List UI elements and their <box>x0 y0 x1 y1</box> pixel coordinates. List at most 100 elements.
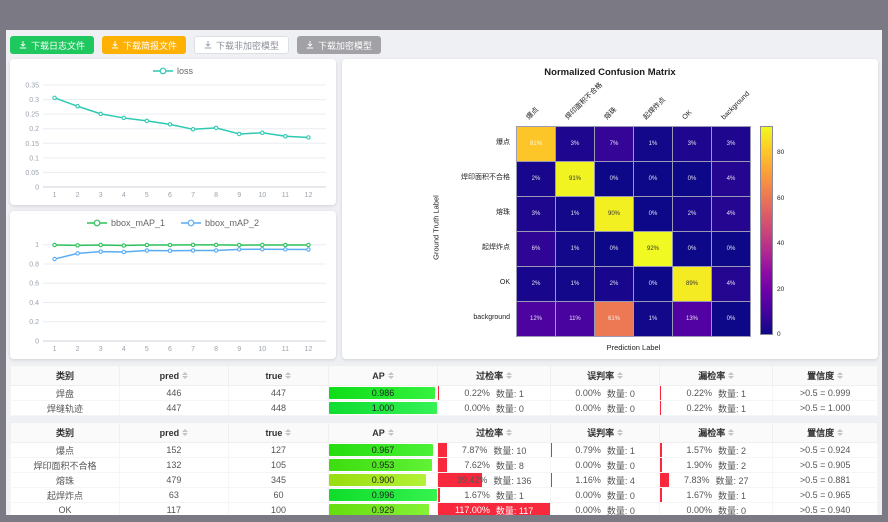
svg-text:0.2: 0.2 <box>29 319 39 326</box>
download-encrypted-model-button[interactable]: 下载加密模型 <box>297 36 381 54</box>
matrix-cell: 0% <box>595 162 633 196</box>
cell-pred: 152 <box>119 443 228 458</box>
confusion-matrix-xlabel: Prediction Label <box>516 343 751 352</box>
svg-text:10: 10 <box>258 346 266 353</box>
cell-confidence: >0.5 = 0.940 <box>773 503 878 516</box>
svg-text:0.25: 0.25 <box>25 112 39 119</box>
cell-miss-rate: 1.90%数量: 2 <box>660 458 773 473</box>
column-header-true[interactable]: true <box>228 423 328 443</box>
sort-icon[interactable] <box>617 372 623 379</box>
colorbar-tick: 20 <box>777 287 784 293</box>
matrix-cell: 0% <box>673 232 711 266</box>
matrix-cell: 0% <box>712 302 750 336</box>
map-chart-legend: bbox_mAP_1 bbox_mAP_2 <box>16 215 330 231</box>
cell-over-rate: 7.87%数量: 10 <box>438 443 551 458</box>
column-header-label: true <box>265 428 282 438</box>
sort-icon[interactable] <box>506 429 512 436</box>
table-row: 焊盘4464470.9860.22%数量: 10.00%数量: 00.22%数量… <box>11 386 878 401</box>
column-header-label: 过检率 <box>476 426 503 439</box>
legend-label: bbox_mAP_1 <box>111 218 165 228</box>
colorbar-tick: 0 <box>777 332 781 338</box>
sort-icon[interactable] <box>506 372 512 379</box>
cell-over-rate: 117.00%数量: 117 <box>438 503 551 516</box>
sort-icon[interactable] <box>388 372 394 379</box>
cell-true: 345 <box>228 473 328 488</box>
matrix-col-label: 焊印面积不合格 <box>564 82 604 122</box>
column-header-误判率[interactable]: 误判率 <box>551 366 660 386</box>
svg-text:3: 3 <box>99 192 103 199</box>
matrix-col-label: 起焊炸点 <box>642 97 667 122</box>
matrix-cell: 0% <box>595 232 633 266</box>
cell-misjudge-rate: 0.00%数量: 0 <box>551 458 660 473</box>
matrix-cell: 2% <box>673 197 711 231</box>
column-header-label: 类别 <box>56 426 74 439</box>
sort-icon[interactable] <box>285 372 291 379</box>
sort-icon[interactable] <box>285 429 291 436</box>
sort-icon[interactable] <box>837 372 843 379</box>
cell-ap: 0.996 <box>329 488 438 503</box>
svg-text:0.2: 0.2 <box>29 126 39 133</box>
sort-icon[interactable] <box>728 372 734 379</box>
rate-bar <box>438 458 447 472</box>
legend-item-bbox_mAP_2[interactable]: bbox_mAP_2 <box>181 218 259 228</box>
sort-icon[interactable] <box>617 429 623 436</box>
column-header-漏检率[interactable]: 漏检率 <box>660 423 773 443</box>
column-header-过检率[interactable]: 过检率 <box>438 423 551 443</box>
cell-misjudge-rate: 1.16%数量: 4 <box>551 473 660 488</box>
table-header-row: 类别 pred true AP 过检率 误判率漏检率置信度 <box>11 423 878 443</box>
column-header-label: 漏检率 <box>698 369 725 382</box>
download-report-button[interactable]: 下载简报文件 <box>102 36 186 54</box>
cell-ap: 0.986 <box>329 386 438 401</box>
download-plain-model-button[interactable]: 下载非加密模型 <box>194 36 289 54</box>
matrix-cell: 4% <box>712 162 750 196</box>
column-header-true[interactable]: true <box>228 366 328 386</box>
matrix-cell: 2% <box>595 267 633 301</box>
line-legend-icon <box>181 218 201 228</box>
column-header-误判率[interactable]: 误判率 <box>551 423 660 443</box>
matrix-cell: 3% <box>673 127 711 161</box>
column-header-pred[interactable]: pred <box>119 423 228 443</box>
column-header-过检率[interactable]: 过检率 <box>438 366 551 386</box>
matrix-col-label: OK <box>681 109 694 122</box>
matrix-col-label: 爆点 <box>525 106 541 122</box>
svg-text:0.1: 0.1 <box>29 155 39 162</box>
confusion-matrix-grid: 81%3%7%1%3%3%2%91%0%0%0%4%3%1%90%0%2%4%6… <box>516 126 751 337</box>
toolbar: 下载日志文件 下载简报文件 下载非加密模型 下载加密模型 <box>6 30 882 59</box>
svg-text:0.35: 0.35 <box>25 83 39 90</box>
matrix-cell: 2% <box>517 267 555 301</box>
button-label: 下载加密模型 <box>318 39 372 52</box>
cell-over-rate: 0.22%数量: 1 <box>438 386 551 401</box>
rate-bar <box>660 443 662 457</box>
svg-text:1: 1 <box>35 242 39 249</box>
sort-icon[interactable] <box>728 429 734 436</box>
cell-ap: 1.000 <box>329 401 438 416</box>
column-header-label: 误判率 <box>587 369 614 382</box>
rate-bar <box>438 488 440 502</box>
column-header-AP[interactable]: AP <box>329 366 438 386</box>
svg-text:2: 2 <box>76 346 80 353</box>
column-header-置信度[interactable]: 置信度 <box>773 423 878 443</box>
column-header-pred[interactable]: pred <box>119 366 228 386</box>
svg-text:5: 5 <box>145 192 149 199</box>
sort-icon[interactable] <box>388 429 394 436</box>
sort-icon[interactable] <box>182 372 188 379</box>
matrix-cell: 11% <box>556 302 594 336</box>
cell-category: 焊印面积不合格 <box>11 458 120 473</box>
column-header-AP[interactable]: AP <box>329 423 438 443</box>
sort-icon[interactable] <box>182 429 188 436</box>
matrix-cell: 1% <box>634 302 672 336</box>
cell-over-rate: 39.42%数量: 136 <box>438 473 551 488</box>
download-log-button[interactable]: 下载日志文件 <box>10 36 94 54</box>
matrix-row-label: OK <box>430 279 510 287</box>
matrix-row-label: 起焊炸点 <box>430 244 510 252</box>
sort-icon[interactable] <box>837 429 843 436</box>
legend-item-loss[interactable]: loss <box>153 66 193 76</box>
column-header-漏检率[interactable]: 漏检率 <box>660 366 773 386</box>
svg-text:8: 8 <box>214 346 218 353</box>
matrix-cell: 13% <box>673 302 711 336</box>
legend-item-bbox_mAP_1[interactable]: bbox_mAP_1 <box>87 218 165 228</box>
download-icon <box>111 41 119 49</box>
rate-bar <box>438 443 447 457</box>
column-header-置信度[interactable]: 置信度 <box>773 366 878 386</box>
rate-bar <box>438 386 439 400</box>
